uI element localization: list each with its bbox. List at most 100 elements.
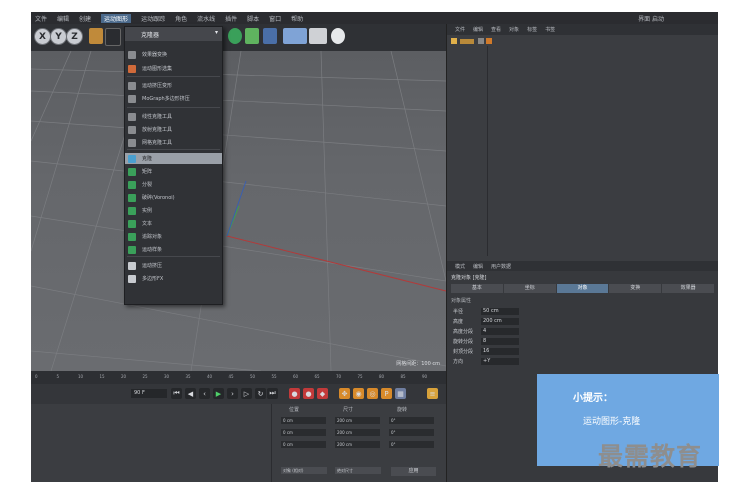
om-tab-5[interactable]: 书签 xyxy=(545,26,555,33)
position-key-icon[interactable]: ✥ xyxy=(339,388,350,399)
om-tab-2[interactable]: 查看 xyxy=(491,26,501,33)
attr-tab-0[interactable]: 模式 xyxy=(455,263,465,270)
cloner-dropdown[interactable]: 克隆器 ▾ xyxy=(125,27,222,41)
menu-item-icon xyxy=(128,64,136,73)
timeline-ruler[interactable]: 0 5 10 15 20 25 30 35 40 45 50 55 60 65 70 75 80 85 90 xyxy=(31,371,446,384)
menu-9[interactable]: 窗口 xyxy=(269,14,281,23)
attr-field-0: 半径 50 cm xyxy=(453,307,523,315)
menu-item-2[interactable]: 运动挤压变形 xyxy=(125,80,222,91)
pos-y-field[interactable]: 0 cm xyxy=(281,429,326,436)
axis-z-button[interactable]: Z xyxy=(66,28,83,45)
pla-key-icon[interactable]: ▦ xyxy=(395,388,406,399)
attr-field-value[interactable]: 50 cm xyxy=(481,307,519,315)
frame-field[interactable]: 90 F xyxy=(131,389,167,398)
attr-subtab-3[interactable]: 变换 xyxy=(609,284,662,293)
rot-h-field[interactable]: 0° xyxy=(389,417,434,424)
menu-1[interactable]: 编辑 xyxy=(57,14,69,23)
rot-p-field[interactable]: 0° xyxy=(389,429,434,436)
step-forward-icon[interactable]: › xyxy=(227,388,238,399)
go-start-icon[interactable]: ⏮ xyxy=(171,388,182,399)
camera-icon[interactable] xyxy=(309,28,327,44)
loop-icon[interactable]: ↻ xyxy=(255,388,266,399)
coordinate-system-icon[interactable] xyxy=(89,28,103,44)
om-tab-0[interactable]: 文件 xyxy=(455,26,465,33)
menu-item-11[interactable]: 实例 xyxy=(125,205,222,216)
menu-item-3[interactable]: MoGraph多边形挤压 xyxy=(125,93,222,104)
menu-3[interactable]: 运动图形 xyxy=(101,13,132,23)
coord-mode-select[interactable]: 对象 (相对) xyxy=(281,467,327,474)
om-tab-1[interactable]: 编辑 xyxy=(473,26,483,33)
auto-key-icon[interactable]: ● xyxy=(303,388,314,399)
scale-key-icon[interactable]: ◉ xyxy=(353,388,364,399)
timeline-tick: 30 xyxy=(164,374,170,379)
menu-6[interactable]: 流水线 xyxy=(197,14,215,23)
menu-item-5[interactable]: 放射克隆工具 xyxy=(125,124,222,135)
attr-field-value[interactable]: 16 xyxy=(481,347,519,355)
cube-primitive-icon[interactable] xyxy=(228,28,242,44)
pos-z-field[interactable]: 0 cm xyxy=(281,441,326,448)
prev-key-icon[interactable]: ◀ xyxy=(185,388,196,399)
record-icon[interactable]: ● xyxy=(289,388,300,399)
size-z-field[interactable]: 200 cm xyxy=(335,441,380,448)
menu-item-8[interactable]: 矩阵 xyxy=(125,166,222,177)
axis-x-button[interactable]: X xyxy=(34,28,51,45)
attr-field-value[interactable]: 4 xyxy=(481,327,519,335)
menu-4[interactable]: 运动跟踪 xyxy=(141,14,165,23)
3d-viewport[interactable]: 网格间距：100 cm xyxy=(31,51,446,371)
attr-tab-1[interactable]: 编辑 xyxy=(473,263,483,270)
attr-field-value[interactable]: 200 cm xyxy=(481,317,519,325)
light-icon[interactable] xyxy=(331,28,345,44)
menu-item-0[interactable]: 效果器变换 xyxy=(125,49,222,60)
size-x-field[interactable]: 200 cm xyxy=(335,417,380,424)
pos-x-field[interactable]: 0 cm xyxy=(281,417,326,424)
attr-subtab-4[interactable]: 效果器 xyxy=(662,284,714,293)
attr-subtab-1[interactable]: 坐标 xyxy=(503,284,556,293)
apply-button[interactable]: 应用 xyxy=(391,467,436,476)
menu-item-15[interactable]: 运动挤压 xyxy=(125,260,222,271)
menu-item-13[interactable]: 追踪对象 xyxy=(125,231,222,242)
tag-icon[interactable] xyxy=(486,38,492,44)
menu-item-16[interactable]: 多边形FX xyxy=(125,273,222,284)
layout-label[interactable]: 界面 启动 xyxy=(638,14,664,23)
keyframe-icon[interactable]: ◆ xyxy=(317,388,328,399)
menu-item-1[interactable]: 运动图形选集 xyxy=(125,63,222,74)
menu-item-14[interactable]: 运动样条 xyxy=(125,244,222,255)
menu-5[interactable]: 角色 xyxy=(175,14,187,23)
menu-item-9[interactable]: 分裂 xyxy=(125,179,222,190)
rotation-key-icon[interactable]: ◎ xyxy=(367,388,378,399)
play-icon[interactable]: ▶ xyxy=(213,388,224,399)
menu-item-10[interactable]: 破碎(Voronoi) xyxy=(125,192,222,203)
attr-subtab-2[interactable]: 对象 xyxy=(556,284,609,293)
attr-subtab-0[interactable]: 基本 xyxy=(451,284,503,293)
step-back-icon[interactable]: ‹ xyxy=(199,388,210,399)
menu-item-7[interactable]: 克隆 xyxy=(125,153,222,164)
menu-10[interactable]: 帮助 xyxy=(291,14,303,23)
spline-icon[interactable] xyxy=(245,28,259,44)
size-mode-select[interactable]: 绝对尺寸 xyxy=(335,467,381,474)
om-tab-3[interactable]: 对象 xyxy=(509,26,519,33)
axis-y-button[interactable]: Y xyxy=(50,28,67,45)
menu-item-4[interactable]: 线性克隆工具 xyxy=(125,111,222,122)
menu-item-12[interactable]: 文本 xyxy=(125,218,222,229)
om-tab-4[interactable]: 标签 xyxy=(527,26,537,33)
visibility-icon[interactable] xyxy=(478,38,484,44)
size-y-field[interactable]: 200 cm xyxy=(335,429,380,436)
rot-b-field[interactable]: 0° xyxy=(389,441,434,448)
next-key-icon[interactable]: ▷ xyxy=(241,388,252,399)
attr-tab-2[interactable]: 用户数据 xyxy=(491,263,511,270)
menu-8[interactable]: 脚本 xyxy=(247,14,259,23)
render-icon[interactable] xyxy=(105,28,121,46)
timeline-tick: 90 xyxy=(422,374,428,379)
menu-7[interactable]: 插件 xyxy=(225,14,237,23)
menu-0[interactable]: 文件 xyxy=(35,14,47,23)
param-key-icon[interactable]: P xyxy=(381,388,392,399)
menu-2[interactable]: 创建 xyxy=(79,14,91,23)
attr-field-value[interactable]: 8 xyxy=(481,337,519,345)
timeline-menu-icon[interactable]: ≡ xyxy=(427,388,438,399)
grid-floor-icon[interactable] xyxy=(283,28,307,44)
attr-field-value[interactable]: +Y xyxy=(481,357,519,365)
go-end-icon[interactable]: ⏭ xyxy=(267,388,278,399)
object-row[interactable] xyxy=(451,38,492,44)
nurbs-icon[interactable] xyxy=(263,28,277,44)
menu-item-6[interactable]: 网格克隆工具 xyxy=(125,137,222,148)
